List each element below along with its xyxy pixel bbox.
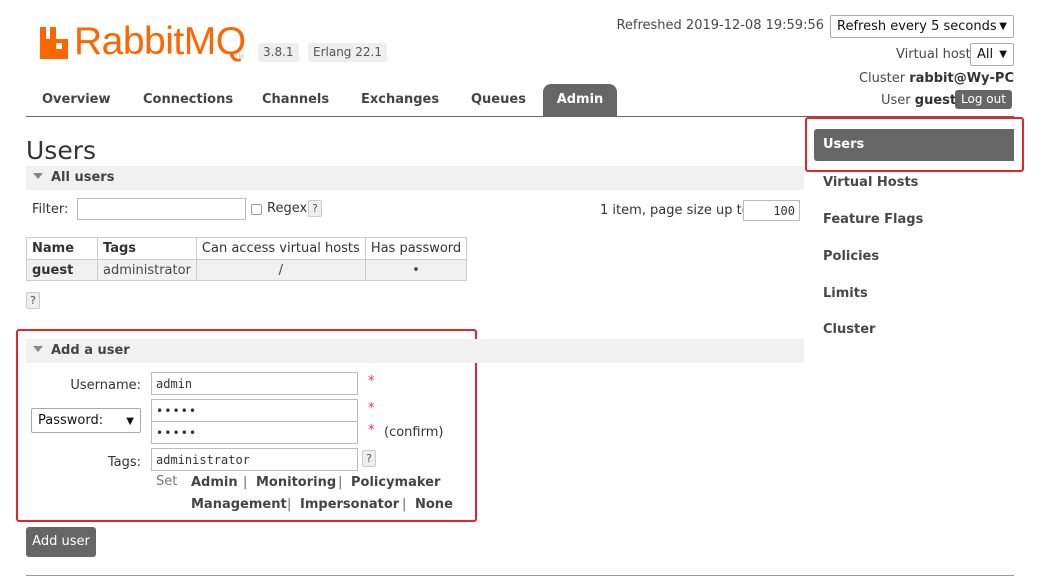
add-user-heading: Add a user [51, 343, 130, 358]
refresh-interval-select[interactable]: Refresh every 5 seconds ▼ [830, 15, 1014, 38]
logo-trademark: TM [235, 54, 244, 61]
confirm-label: (confirm) [384, 425, 444, 440]
tag-separator: | [402, 497, 407, 512]
collapse-triangle-icon [33, 173, 43, 179]
dropdown-arrow-icon: ▼ [126, 416, 134, 427]
tab-channels[interactable]: Channels [262, 92, 329, 108]
required-marker: * [368, 374, 375, 389]
logout-button[interactable]: Log out [955, 90, 1012, 109]
pagination-text: 1 item, page size up to [600, 203, 750, 218]
user-vhosts-cell: / [195, 259, 366, 281]
table-row[interactable]: guest administrator / • [26, 259, 468, 281]
collapse-triangle-icon [33, 346, 43, 352]
user-name: guest [914, 93, 957, 108]
tag-separator: | [338, 475, 343, 490]
regex-help-icon[interactable]: ? [308, 200, 322, 217]
tab-queues[interactable]: Queues [471, 92, 526, 108]
column-header-tags[interactable]: Tags [97, 237, 197, 260]
column-header-name[interactable]: Name [26, 237, 98, 260]
refresh-interval-value: Refresh every 5 seconds [837, 19, 997, 34]
tag-option-impersonator[interactable]: Impersonator [300, 497, 399, 513]
tab-admin[interactable]: Admin [543, 84, 617, 116]
sidebar-item-policies[interactable]: Policies [823, 249, 879, 265]
page-size-input[interactable] [743, 200, 800, 221]
username-label: Username: [70, 378, 141, 393]
required-marker: * [368, 401, 375, 416]
sidebar-item-virtual-hosts[interactable]: Virtual Hosts [823, 175, 918, 191]
cluster-label: Cluster [858, 71, 906, 86]
username-input[interactable] [151, 372, 358, 395]
password-input[interactable] [151, 399, 358, 422]
user-has-password-cell: • [364, 259, 468, 281]
add-user-section-header[interactable]: Add a user [26, 339, 804, 363]
user-name-cell[interactable]: guest [26, 259, 98, 281]
tags-label: Tags: [107, 455, 141, 470]
table-header-row: Name Tags Can access virtual hosts Has p… [26, 237, 468, 260]
cluster-info: Cluster rabbit@Wy-PC [859, 71, 1014, 87]
user-info: User guest [881, 93, 956, 109]
tag-separator: | [287, 497, 292, 512]
logo-wordmark: RabbitMQ [74, 20, 246, 63]
user-label: User [881, 93, 911, 108]
filter-label: Filter: [32, 202, 69, 217]
tags-input[interactable] [151, 448, 358, 471]
required-marker: * [368, 423, 375, 438]
column-header-has-password: Has password [364, 237, 468, 260]
erlang-badge: Erlang 22.1 [308, 43, 387, 62]
filter-input[interactable] [77, 198, 246, 220]
highlight-box-users-nav [805, 117, 1024, 172]
tab-exchanges[interactable]: Exchanges [361, 92, 439, 108]
table-help-icon[interactable]: ? [26, 292, 40, 309]
vhost-select[interactable]: All ▼ [970, 43, 1014, 66]
password-mode-value: Password: [38, 413, 104, 428]
tab-connections[interactable]: Connections [143, 92, 233, 108]
refreshed-timestamp: Refreshed 2019-12-08 19:59:56 [616, 18, 824, 33]
tab-overview[interactable]: Overview [42, 92, 111, 108]
tag-option-policymaker[interactable]: Policymaker [351, 475, 440, 491]
vhost-label: Virtual host [896, 47, 971, 62]
cluster-name: rabbit@Wy-PC [909, 71, 1014, 86]
rabbit-logo-icon [40, 27, 68, 59]
set-label: Set [156, 474, 178, 489]
tag-option-admin[interactable]: Admin [191, 475, 238, 491]
password-confirm-input[interactable] [151, 421, 358, 444]
tag-option-none[interactable]: None [415, 497, 453, 513]
all-users-section-header[interactable]: All users [26, 166, 804, 190]
tag-option-management[interactable]: Management [191, 497, 287, 513]
tag-separator: | [243, 475, 248, 490]
tags-help-icon[interactable]: ? [362, 450, 376, 467]
dropdown-arrow-icon: ▼ [999, 49, 1007, 60]
add-user-button[interactable]: Add user [26, 527, 96, 557]
dropdown-arrow-icon: ▼ [999, 21, 1007, 32]
footer-divider [26, 575, 1014, 576]
column-header-vhosts: Can access virtual hosts [195, 237, 366, 260]
password-mode-select[interactable]: Password: ▼ [31, 408, 141, 433]
regex-checkbox[interactable] [251, 204, 262, 215]
page-title: Users [26, 136, 97, 165]
version-badge: 3.8.1 [258, 43, 299, 62]
rabbitmq-logo: RabbitMQ TM [38, 20, 246, 64]
sidebar-item-feature-flags[interactable]: Feature Flags [823, 212, 923, 228]
users-table: Name Tags Can access virtual hosts Has p… [26, 237, 468, 281]
tag-option-monitoring[interactable]: Monitoring [256, 475, 336, 491]
user-tags-cell: administrator [97, 259, 197, 281]
vhost-value: All [977, 47, 994, 62]
regex-label: Regex [267, 201, 308, 216]
all-users-heading: All users [51, 170, 115, 185]
sidebar-item-cluster[interactable]: Cluster [823, 322, 875, 338]
sidebar-item-limits[interactable]: Limits [823, 286, 868, 302]
